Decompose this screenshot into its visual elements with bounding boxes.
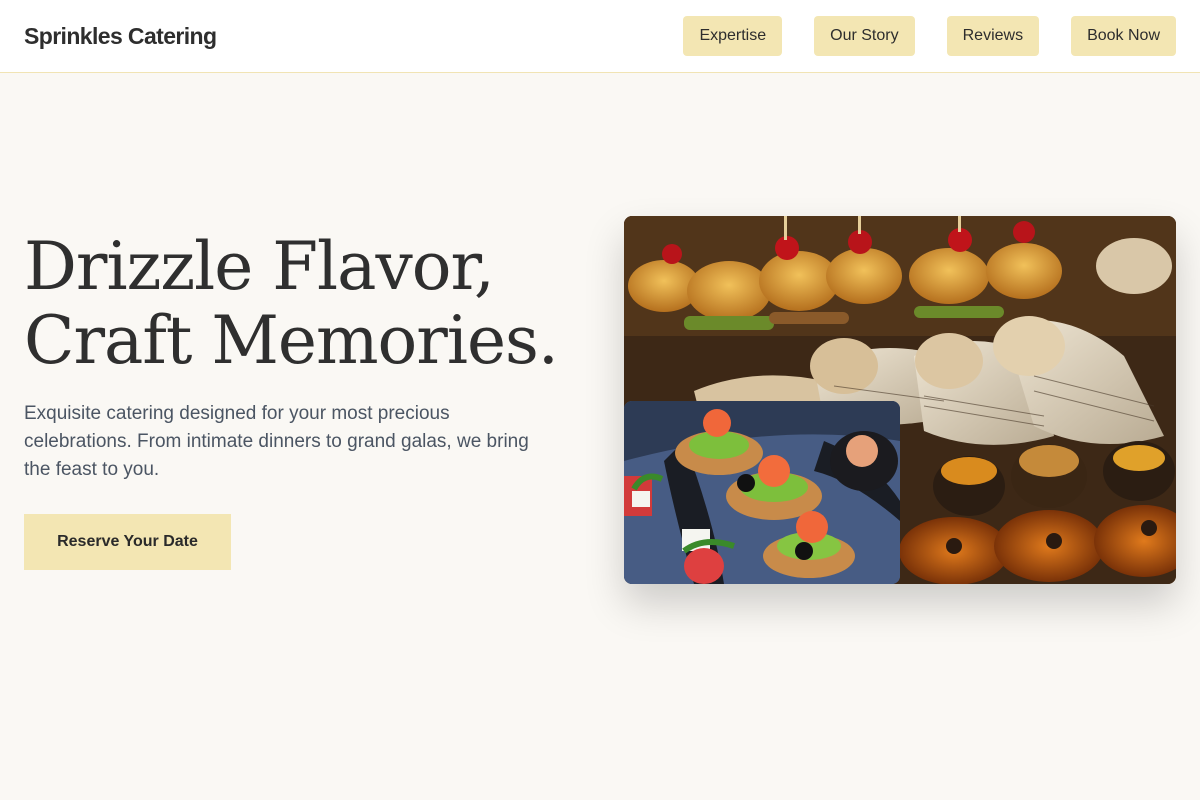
nav-our-story-button[interactable]: Our Story — [814, 16, 915, 56]
canape-inset-photo — [624, 401, 900, 584]
hero-subtext: Exquisite catering designed for your mos… — [24, 403, 529, 480]
hero-section: Drizzle Flavor, Craft Memories. Exquisit… — [24, 230, 584, 484]
headline-line-2: Craft Memories. — [24, 302, 559, 379]
nav-links: Expertise Our Story Reviews Book Now — [683, 16, 1176, 56]
nav-book-now-button[interactable]: Book Now — [1071, 16, 1176, 56]
nav-expertise-button[interactable]: Expertise — [683, 16, 783, 56]
top-navbar: Sprinkles Catering Expertise Our Story R… — [0, 0, 1200, 73]
nav-reviews-button[interactable]: Reviews — [946, 16, 1040, 56]
brand-logo[interactable]: Sprinkles Catering — [24, 23, 217, 50]
canape-illustration — [624, 401, 900, 584]
hero-headline: Drizzle Flavor, Craft Memories. — [24, 230, 584, 378]
headline-line-1: Drizzle Flavor, — [24, 228, 495, 305]
reserve-date-button[interactable]: Reserve Your Date — [24, 514, 231, 570]
